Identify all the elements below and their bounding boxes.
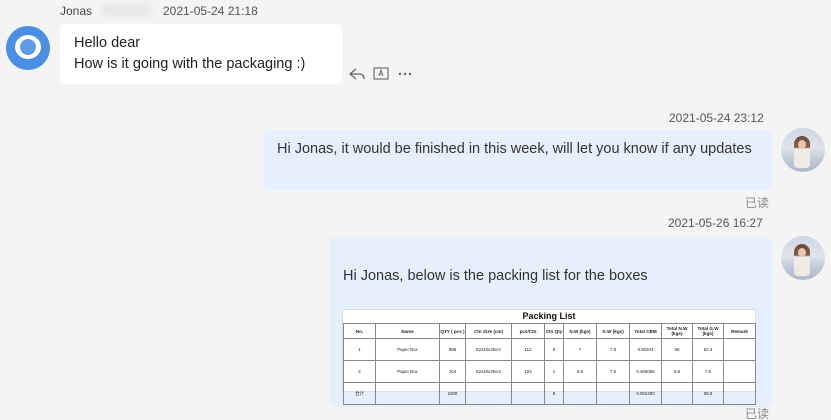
table-cell	[375, 382, 440, 405]
read-status: 已读	[745, 196, 770, 210]
table-cell	[723, 338, 756, 361]
table-cell: 2	[343, 360, 376, 383]
my-avatar[interactable]	[781, 128, 825, 172]
packing-list-image[interactable]: Packing List No. Name QTY ( pcs ) Ctn Size …	[342, 309, 756, 405]
table-cell: 7	[563, 338, 597, 361]
table-cell: 8	[544, 338, 564, 361]
outgoing2-timestamp: 2021-05-26 16:27	[668, 216, 763, 230]
table-cell: 62.4	[692, 338, 724, 361]
table-cell: Paper Box	[375, 338, 440, 361]
table-cell: 6.8	[563, 360, 597, 383]
table-cell	[465, 382, 512, 405]
table-header-cell: No.	[343, 323, 376, 339]
table-cell	[563, 382, 597, 405]
outgoing-message-bubble: Hi Jonas, below is the packing list for …	[329, 237, 772, 407]
more-icon[interactable]	[396, 66, 414, 82]
table-cell: 896	[439, 338, 466, 361]
table-cell: 104	[511, 360, 545, 383]
table-header-cell: N.W (kgs)	[563, 323, 597, 339]
table-cell: 9	[544, 382, 564, 405]
table-cell	[661, 382, 693, 405]
table-cell: 56	[661, 338, 693, 361]
table-cell: 104	[439, 360, 466, 383]
table-cell: Paper Box	[375, 360, 440, 383]
table-header-cell: Total N.W (kgs)	[661, 323, 693, 339]
packing-list-table: No. Name QTY ( pcs ) Ctn Size (cm) pcs/Ctn Ct…	[343, 323, 756, 405]
message-line: Hello dear	[74, 35, 141, 51]
table-cell	[723, 360, 756, 383]
reply-icon[interactable]	[348, 66, 366, 82]
table-cell: 62x40x29cm	[465, 360, 512, 383]
outgoing1-timestamp: 2021-05-24 23:12	[669, 111, 764, 125]
table-cell	[596, 382, 630, 405]
table-cell: 合计	[343, 382, 376, 405]
message-actions	[348, 66, 414, 82]
table-cell: 112	[511, 338, 545, 361]
table-header-cell: Total G.W (kgs)	[692, 323, 724, 339]
table-cell: 0.092400	[629, 382, 662, 405]
table-cell: 7.5	[596, 360, 630, 383]
read-status: 已读	[745, 407, 770, 420]
outgoing-message-bubble: Hi Jonas, it would be finished in this w…	[264, 130, 772, 190]
table-header-cell: Remark	[723, 323, 756, 339]
table-row: 2 Paper Box 104 62x40x29cm 104 1 6.8 7.5 0.48905…	[343, 360, 756, 383]
table-header-cell: pcs/Ctn	[511, 323, 545, 339]
table-header-cell: G.W (kgs)	[596, 323, 630, 339]
table-header-cell: QTY ( pcs )	[439, 323, 466, 339]
message-line: How is it going with the packaging :)	[74, 56, 306, 72]
table-header-cell: Total CBM	[629, 323, 662, 339]
table-cell: 7.8	[596, 338, 630, 361]
table-row: 1 Paper Box 896 62x40x29cm 112 8 7 7.8 0.50344 56…	[343, 338, 756, 361]
table-cell: 69.9	[692, 382, 724, 405]
incoming-message-bubble: Hello dear How is it going with the pack…	[60, 24, 342, 84]
table-cell: 62x40x29cm	[465, 338, 512, 361]
table-cell: 1000	[439, 382, 466, 405]
incoming-timestamp: 2021-05-24 21:18	[163, 4, 258, 18]
translate-icon[interactable]	[372, 66, 390, 82]
table-cell: 1	[544, 360, 564, 383]
message-text: Hi Jonas, below is the packing list for …	[343, 268, 648, 284]
table-cell: 0.489056	[629, 360, 662, 383]
table-header-cell: Ctn Qty	[544, 323, 564, 339]
sender-name: Jonas	[60, 4, 93, 18]
packing-list-title: Packing List	[522, 311, 576, 321]
table-header-cell: Name	[375, 323, 440, 339]
table-cell	[723, 382, 756, 405]
table-cell: 6.8	[661, 360, 693, 383]
table-row: 合计 1000 9 0.092400 69.9	[343, 382, 756, 405]
contact-avatar[interactable]	[6, 26, 50, 70]
my-avatar[interactable]	[781, 236, 825, 280]
table-cell: 7.5	[692, 360, 724, 383]
table-cell	[511, 382, 545, 405]
blurred-name	[100, 3, 152, 17]
table-cell: 1	[343, 338, 376, 361]
table-header-cell: Ctn Size (cm)	[465, 323, 512, 339]
table-cell: 0.50344	[629, 338, 662, 361]
